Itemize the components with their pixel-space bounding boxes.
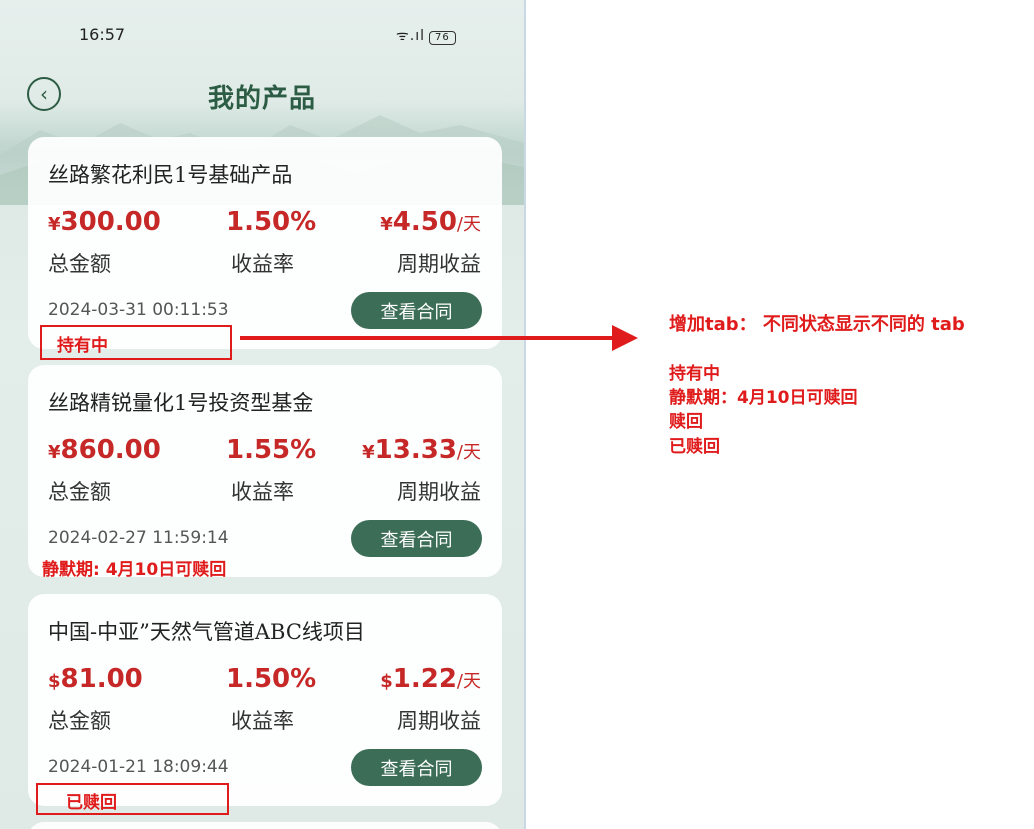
period-income: ¥13.33/天	[362, 435, 481, 465]
period-income-label: 周期收益	[397, 480, 481, 504]
purchase-date: 2024-02-27 11:59:14	[48, 528, 229, 548]
signal-icon: ᯤ.ıl	[396, 28, 426, 44]
highlight-box	[36, 783, 229, 815]
total-amount: ¥300.00	[48, 207, 161, 237]
yield-rate: 1.50%	[226, 664, 317, 694]
annotation-heading: 增加tab： 不同状态显示不同的 tab	[669, 314, 965, 335]
annotation-line: 已赎回	[669, 437, 720, 457]
page-title: 我的产品	[207, 84, 316, 114]
view-contract-button[interactable]: 查看合同	[351, 520, 482, 557]
phone-screen: 16:57 ᯤ.ıl 76 ‹ 我的产品 丝路繁花利民1号基础产品 ¥300.00…	[0, 0, 526, 829]
arrow-right-icon	[612, 325, 638, 351]
annotation-arrow-line	[240, 336, 615, 340]
annotation-line: 赎回	[669, 412, 703, 432]
total-amount: ¥860.00	[48, 435, 161, 465]
yield-rate: 1.55%	[226, 435, 317, 465]
annotation-line: 静默期：4月10日可赎回	[669, 388, 858, 408]
period-income-label: 周期收益	[397, 252, 481, 276]
status-label-lockup: 静默期: 4月10日可赎回	[42, 560, 227, 580]
view-contract-button[interactable]: 查看合同	[351, 749, 482, 786]
product-name: 中国-中亚”天然气管道ABC线项目	[48, 620, 365, 644]
purchase-date: 2024-01-21 18:09:44	[48, 757, 229, 777]
view-contract-button[interactable]: 查看合同	[351, 292, 482, 329]
total-amount-label: 总金额	[48, 709, 111, 733]
yield-rate-label: 收益率	[231, 252, 294, 276]
period-income: $1.22/天	[380, 664, 481, 694]
product-card-partial	[28, 822, 502, 829]
total-amount-label: 总金额	[48, 252, 111, 276]
product-card[interactable]: 丝路精锐量化1号投资型基金 ¥860.00 1.55% ¥13.33/天 总金额…	[28, 365, 502, 577]
battery-icon: 76	[429, 31, 456, 45]
yield-rate-label: 收益率	[231, 480, 294, 504]
yield-rate-label: 收益率	[231, 709, 294, 733]
period-income-label: 周期收益	[397, 709, 481, 733]
product-name: 丝路繁花利民1号基础产品	[48, 163, 293, 187]
period-income: ¥4.50/天	[380, 207, 481, 237]
status-icons: ᯤ.ıl 76	[396, 26, 456, 45]
yield-rate: 1.50%	[226, 207, 317, 237]
highlight-box	[40, 325, 232, 360]
product-card[interactable]: 丝路繁花利民1号基础产品 ¥300.00 1.50% ¥4.50/天 总金额 收…	[28, 137, 502, 349]
product-name: 丝路精锐量化1号投资型基金	[48, 391, 314, 415]
total-amount-label: 总金额	[48, 480, 111, 504]
total-amount: $81.00	[48, 664, 143, 694]
annotation-line: 持有中	[669, 364, 720, 384]
purchase-date: 2024-03-31 00:11:53	[48, 300, 229, 320]
product-card[interactable]: 中国-中亚”天然气管道ABC线项目 $81.00 1.50% $1.22/天 总…	[28, 594, 502, 806]
status-time: 16:57	[79, 25, 126, 44]
